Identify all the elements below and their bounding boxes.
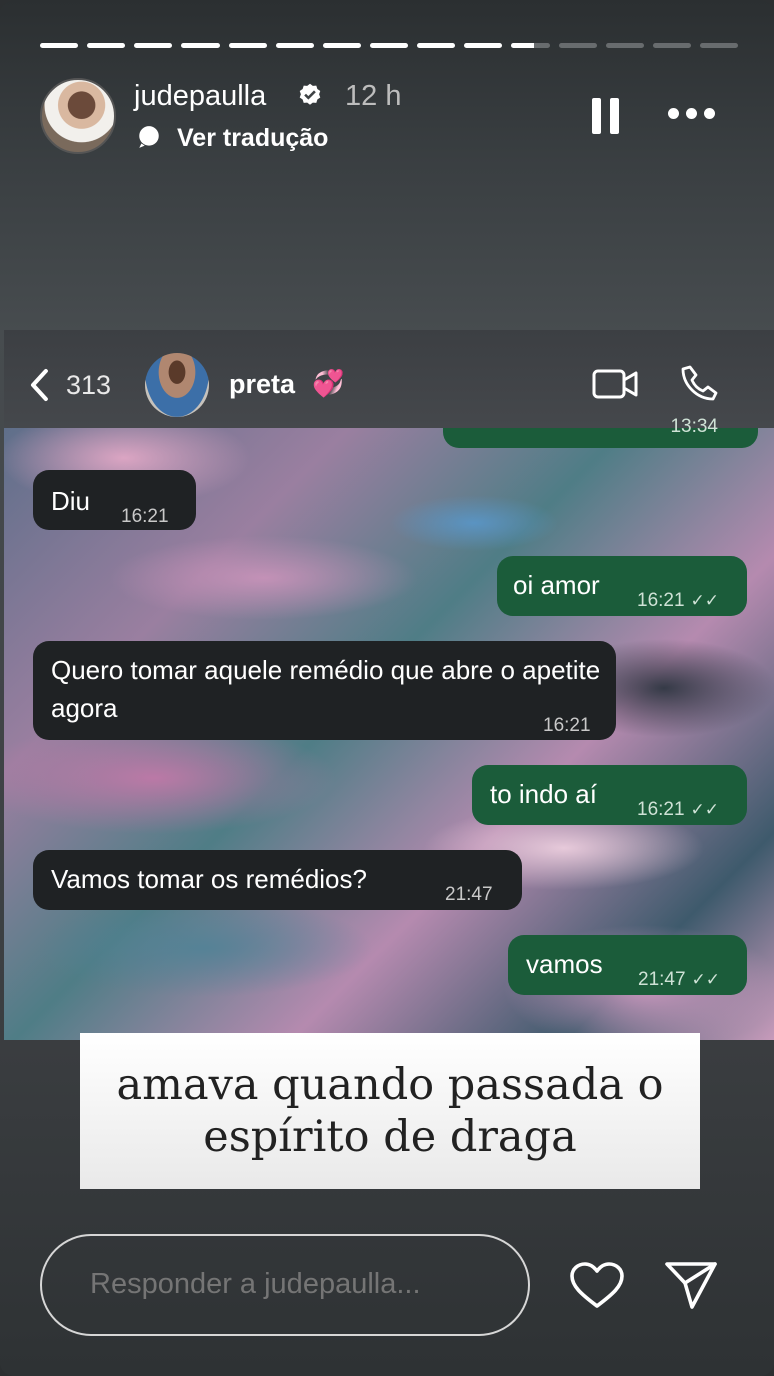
see-translation-link[interactable]: Ver tradução bbox=[177, 124, 328, 153]
story-text-overlay: amava quando passada o espírito de draga bbox=[80, 1033, 700, 1189]
progress-segment-fill bbox=[134, 43, 173, 48]
phone-call-icon bbox=[681, 365, 718, 401]
username[interactable]: judepaulla bbox=[134, 80, 266, 113]
progress-segment bbox=[511, 43, 550, 48]
progress-segment bbox=[228, 43, 267, 48]
progress-segment-fill bbox=[40, 43, 79, 48]
incoming-message: Quero tomar aquele remédio que abre o ap… bbox=[33, 641, 616, 740]
double-check-icon: ✓✓ bbox=[691, 970, 721, 989]
progress-segment bbox=[40, 43, 79, 48]
message-time: 21:47 bbox=[445, 884, 493, 905]
message-time: 16:21 bbox=[543, 715, 591, 736]
message-time: 16:21 bbox=[121, 506, 169, 527]
progress-segment-fill bbox=[87, 43, 126, 48]
progress-segment bbox=[181, 43, 220, 48]
progress-segment-fill bbox=[417, 43, 456, 48]
progress-segment bbox=[275, 43, 314, 48]
message-text: Vamos tomar os remédios? bbox=[51, 864, 367, 894]
progress-segment bbox=[417, 43, 456, 48]
message-time-text: 21:47 bbox=[638, 969, 686, 990]
outgoing-message: to indo aí 16:21 ✓✓ bbox=[472, 765, 747, 825]
progress-segment-fill bbox=[228, 43, 267, 48]
message-time-text: 16:21 bbox=[637, 799, 685, 820]
message-time: 13:34 bbox=[670, 416, 718, 437]
progress-segment-fill bbox=[181, 43, 220, 48]
progress-segment bbox=[134, 43, 173, 48]
more-options-button[interactable] bbox=[666, 104, 718, 124]
video-call-icon bbox=[592, 369, 638, 399]
reply-field[interactable] bbox=[40, 1234, 530, 1336]
pause-icon-bar-right bbox=[610, 98, 619, 134]
progress-segment bbox=[652, 43, 691, 48]
progress-segment bbox=[322, 43, 361, 48]
contact-name: preta bbox=[229, 369, 296, 399]
message-text: Quero tomar aquele remédio que abre o ap… bbox=[51, 655, 601, 723]
caption-line: amava quando passada o bbox=[116, 1060, 664, 1110]
heart-emoji: 💞 bbox=[312, 368, 345, 398]
story-viewer: judepaulla 12 h Ver tradução 313 preta 💞… bbox=[0, 0, 774, 1376]
send-icon[interactable] bbox=[664, 1260, 718, 1310]
reply-input[interactable] bbox=[90, 1268, 510, 1301]
story-progress-bar bbox=[40, 43, 739, 48]
progress-segment bbox=[605, 43, 644, 48]
story-time: 12 h bbox=[345, 80, 402, 112]
progress-segment-fill bbox=[322, 43, 361, 48]
outgoing-message: vamos 21:47 ✓✓ bbox=[508, 935, 747, 995]
translate-icon bbox=[139, 126, 159, 148]
progress-segment-fill bbox=[511, 43, 535, 48]
back-chevron-icon bbox=[30, 368, 48, 402]
message-time-text: 16:21 bbox=[637, 590, 685, 611]
message-time: 16:21 ✓✓ bbox=[637, 791, 719, 829]
like-heart-icon[interactable] bbox=[568, 1260, 626, 1310]
incoming-message: Diu 16:21 bbox=[33, 470, 196, 530]
double-check-icon: ✓✓ bbox=[690, 591, 720, 610]
progress-segment-fill bbox=[275, 43, 314, 48]
verified-badge-icon bbox=[299, 83, 321, 105]
unread-count: 313 bbox=[66, 370, 112, 400]
double-check-icon: ✓✓ bbox=[690, 800, 720, 819]
incoming-message: Vamos tomar os remédios? 21:47 bbox=[33, 850, 522, 910]
chat-header bbox=[4, 330, 774, 428]
dot-icon bbox=[704, 108, 715, 119]
progress-segment bbox=[699, 43, 739, 48]
outgoing-message: oi amor 16:21 ✓✓ bbox=[497, 556, 747, 616]
message-time: 16:21 ✓✓ bbox=[637, 582, 719, 620]
message-time: 21:47 ✓✓ bbox=[638, 961, 720, 999]
dot-icon bbox=[686, 108, 697, 119]
profile-avatar[interactable] bbox=[40, 78, 116, 154]
dot-icon bbox=[668, 108, 679, 119]
progress-segment bbox=[558, 43, 597, 48]
progress-segment bbox=[369, 43, 409, 48]
pause-button[interactable] bbox=[592, 98, 620, 134]
partial-message-bubble: 13:34 bbox=[443, 416, 758, 448]
contact-avatar bbox=[145, 353, 209, 417]
progress-segment-fill bbox=[464, 43, 503, 48]
progress-segment bbox=[464, 43, 503, 48]
caption-line: espírito de draga bbox=[203, 1112, 577, 1162]
pause-icon-bar-left bbox=[592, 98, 601, 134]
progress-segment bbox=[87, 43, 126, 48]
progress-segment-fill bbox=[369, 43, 409, 48]
